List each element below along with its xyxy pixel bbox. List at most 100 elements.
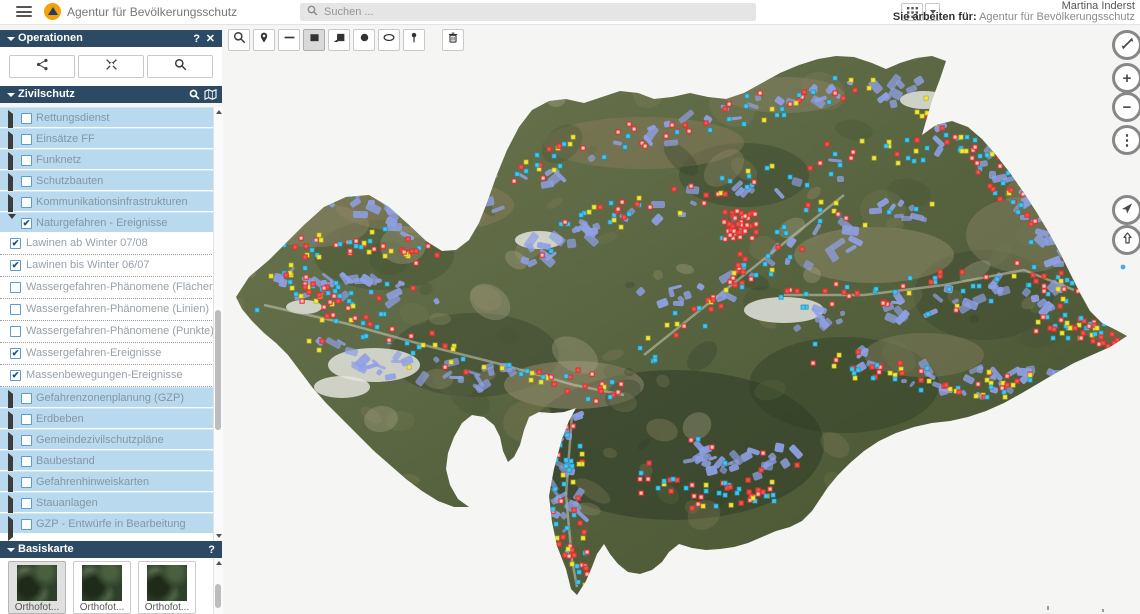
map-tool-circle[interactable] bbox=[353, 29, 375, 51]
layer-label: Rettungsdienst bbox=[36, 112, 109, 124]
layer-checkbox[interactable] bbox=[21, 519, 32, 530]
layer-row-sublayer[interactable]: ✔Massenbewegungen-Ereignisse bbox=[0, 365, 222, 387]
rectangle-icon bbox=[308, 31, 321, 49]
map-control-zoom-out[interactable]: − bbox=[1112, 92, 1140, 122]
collapse-caret-icon[interactable] bbox=[7, 93, 15, 97]
collapse-caret-icon[interactable] bbox=[7, 548, 15, 552]
layers-panel-header[interactable]: Zivilschutz bbox=[0, 86, 222, 103]
map-tool-pushpin[interactable] bbox=[403, 29, 425, 51]
layer-row-group[interactable]: Erdbeben bbox=[0, 408, 222, 429]
operations-panel-header[interactable]: Operationen ? ✕ bbox=[0, 30, 222, 47]
layer-row-sublayer[interactable]: Wassergefahren-Phänomene (Flächen) bbox=[0, 277, 222, 299]
layer-checkbox[interactable] bbox=[21, 498, 32, 509]
layer-checkbox[interactable] bbox=[21, 155, 32, 166]
layer-label: Funknetz bbox=[36, 154, 81, 166]
layer-checkbox[interactable] bbox=[21, 435, 32, 446]
layer-label: Wassergefahren-Phänomene (Flächen) bbox=[26, 281, 219, 293]
share-nodes-icon bbox=[36, 58, 49, 76]
help-icon[interactable]: ? bbox=[208, 542, 215, 559]
basemap-label: Orthofot... bbox=[139, 602, 195, 613]
operation-button-arrows-center[interactable] bbox=[78, 55, 144, 78]
map-tool-polygon-select[interactable] bbox=[328, 29, 350, 51]
layer-checkbox[interactable] bbox=[21, 176, 32, 187]
map-control-locate[interactable] bbox=[1112, 195, 1140, 225]
map-tool-search[interactable] bbox=[228, 29, 250, 51]
basemap-thumbnail[interactable]: Orthofot... bbox=[73, 561, 131, 614]
map-legend-icon[interactable] bbox=[204, 89, 217, 106]
layer-row-sublayer[interactable]: ✔ Lawinen bis Winter 06/07 bbox=[0, 255, 222, 277]
layer-row-group[interactable]: Baubestand bbox=[0, 450, 222, 471]
orthophoto-preview bbox=[147, 565, 187, 601]
layer-row-sublayer[interactable]: ✔Wassergefahren-Ereignisse bbox=[0, 343, 222, 365]
layer-row-group[interactable]: ✔Naturgefahren - Ereignisse bbox=[0, 212, 222, 233]
basemap-thumbnail[interactable]: Orthofot... bbox=[138, 561, 196, 614]
layer-row-group[interactable]: Gefahrenhinweiskarten bbox=[0, 471, 222, 492]
layer-row-group[interactable]: Gefahrenzonenplanung (GZP) bbox=[0, 387, 222, 408]
layer-checkbox[interactable] bbox=[21, 456, 32, 467]
layer-checkbox[interactable] bbox=[21, 197, 32, 208]
layer-checkbox[interactable]: ✔ bbox=[10, 370, 21, 381]
layer-row-group[interactable]: Einsätze FF bbox=[0, 128, 222, 149]
map-tool-trash[interactable] bbox=[442, 29, 464, 51]
map-control-zoom-in[interactable]: + bbox=[1112, 63, 1140, 93]
menu-hamburger-icon[interactable] bbox=[16, 6, 32, 18]
layer-checkbox[interactable] bbox=[21, 477, 32, 488]
layer-checkbox[interactable]: ✔ bbox=[10, 260, 21, 271]
map-tool-line[interactable] bbox=[278, 29, 300, 51]
layer-checkbox[interactable]: ✔ bbox=[21, 218, 32, 229]
layer-checkbox[interactable] bbox=[21, 414, 32, 425]
help-icon[interactable]: ? bbox=[193, 31, 200, 48]
layer-label: Lawinen ab Winter 07/08 bbox=[26, 237, 148, 249]
layer-checkbox[interactable] bbox=[10, 326, 21, 337]
operation-button-search[interactable] bbox=[147, 55, 213, 78]
basemap-scrollbar[interactable] bbox=[213, 558, 223, 614]
map-control-more-options[interactable]: ⋮ bbox=[1112, 125, 1140, 155]
layer-row-group[interactable]: Kommunikationsinfrastrukturen bbox=[0, 191, 222, 212]
map-control-north-up[interactable] bbox=[1112, 225, 1140, 255]
map-tool-point-marker[interactable] bbox=[253, 29, 275, 51]
map-tool-rectangle[interactable] bbox=[303, 29, 325, 51]
layer-checkbox[interactable] bbox=[21, 134, 32, 145]
basemap-panel-header[interactable]: Basiskarte ? bbox=[0, 541, 222, 558]
map-control-measure[interactable] bbox=[1112, 30, 1140, 60]
operation-button-share-nodes[interactable] bbox=[9, 55, 75, 78]
search-icon[interactable] bbox=[189, 89, 200, 106]
collapse-caret-icon[interactable] bbox=[7, 37, 15, 41]
layer-label: Lawinen bis Winter 06/07 bbox=[26, 259, 150, 271]
basemap-thumbnail[interactable]: Orthofot... bbox=[8, 561, 66, 614]
global-search-input[interactable]: Suchen ... bbox=[300, 3, 756, 21]
map-canvas[interactable] bbox=[224, 55, 1140, 614]
arrows-center-icon bbox=[105, 58, 118, 76]
scrollbar-thumb[interactable] bbox=[215, 310, 221, 430]
layer-row-group[interactable]: GZP - Entwürfe in Bearbeitung bbox=[0, 513, 222, 534]
chevron-right-icon[interactable] bbox=[8, 520, 13, 538]
locate-icon bbox=[1120, 201, 1134, 219]
map-tool-ellipse[interactable] bbox=[378, 29, 400, 51]
user-info[interactable]: Martina Inderst Sie arbeiten für: Agentu… bbox=[893, 1, 1135, 23]
line-icon bbox=[283, 31, 296, 49]
circle-icon bbox=[358, 31, 371, 49]
layer-checkbox[interactable] bbox=[10, 282, 21, 293]
layer-row-sublayer[interactable]: Wassergefahren-Phänomene (Linien) bbox=[0, 299, 222, 321]
close-icon[interactable]: ✕ bbox=[206, 31, 215, 48]
layer-list-scrollbar[interactable] bbox=[213, 107, 223, 541]
layer-row-group[interactable]: Schutzbauten bbox=[0, 170, 222, 191]
layer-row-sublayer[interactable]: ✔ Lawinen ab Winter 07/08 bbox=[0, 233, 222, 255]
pushpin-icon bbox=[408, 31, 420, 49]
layer-checkbox[interactable] bbox=[21, 113, 32, 124]
top-bar: Agentur für Bevölkerungsschutz Suchen ..… bbox=[0, 0, 1140, 25]
layer-row-sublayer[interactable]: Wassergefahren-Phänomene (Punkte) bbox=[0, 321, 222, 343]
scroll-down-icon[interactable] bbox=[216, 534, 222, 538]
layer-checkbox[interactable] bbox=[21, 393, 32, 404]
layer-checkbox[interactable]: ✔ bbox=[10, 238, 21, 249]
layer-row-group[interactable]: Funknetz bbox=[0, 149, 222, 170]
layer-row-group[interactable]: Rettungsdienst bbox=[0, 107, 222, 128]
basemap-strip: Orthofot...Orthofot...Orthofot... bbox=[0, 558, 222, 614]
scrollbar-thumb[interactable] bbox=[215, 584, 221, 608]
scroll-up-icon[interactable] bbox=[216, 561, 222, 565]
layer-checkbox[interactable] bbox=[10, 304, 21, 315]
layer-checkbox[interactable]: ✔ bbox=[10, 348, 21, 359]
layer-row-group[interactable]: Gemeindezivilschutzpläne bbox=[0, 429, 222, 450]
scroll-up-icon[interactable] bbox=[216, 110, 222, 114]
layer-row-group[interactable]: Stauanlagen bbox=[0, 492, 222, 513]
